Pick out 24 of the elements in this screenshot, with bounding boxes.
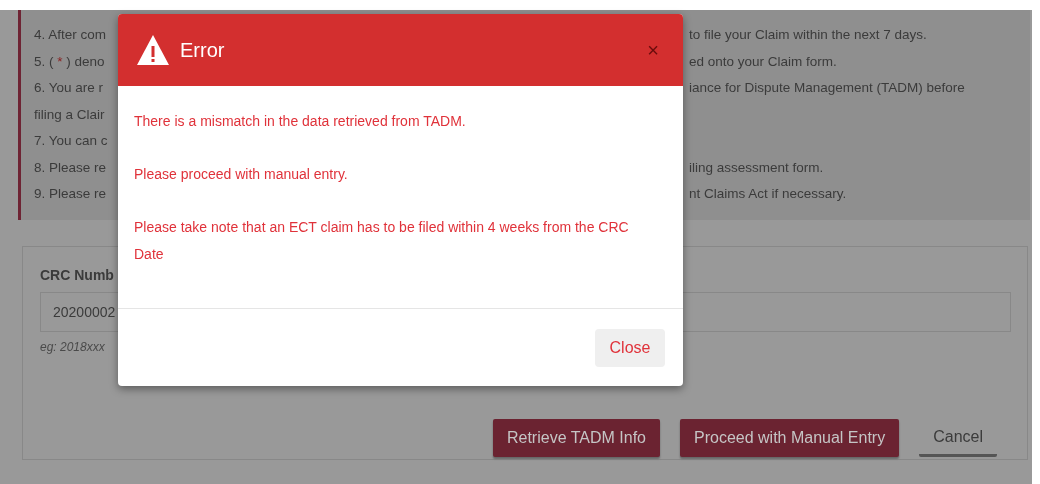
instruction-text: 8. Please re bbox=[34, 159, 107, 175]
warning-icon bbox=[136, 34, 170, 66]
action-button[interactable]: Retrieve TADM Info bbox=[492, 419, 660, 457]
close-button[interactable]: × bbox=[641, 35, 665, 65]
error-message: There is a mismatch in the data retrieved from TADM. bbox=[134, 112, 467, 131]
instruction-text: to file your Claim within the next 7 days. bbox=[689, 26, 927, 45]
instruction-text: iance for Dispute Management (TADM) before bbox=[689, 79, 965, 98]
instruction-text: 6. You are r bbox=[34, 80, 104, 96]
error-message: Please proceed with manual entry. bbox=[134, 165, 349, 184]
instruction-text: iling assessment form. bbox=[689, 158, 824, 177]
close-button[interactable]: Close bbox=[595, 329, 665, 367]
field-hint: eg: 2018xxx bbox=[40, 339, 105, 356]
instruction-text: 4. After com bbox=[34, 27, 107, 43]
instruction-text: nt Claims Act if necessary. bbox=[689, 185, 847, 204]
instruction-text: 7. You can c bbox=[34, 133, 108, 149]
dialog-title: Error bbox=[180, 38, 225, 63]
error-message: Please take note that an ECT claim has to be filed within 4 weeks from the CRC Date bbox=[134, 218, 630, 264]
instruction-text: 9. Please re bbox=[34, 186, 107, 202]
action-button[interactable]: Proceed with Manual Entry bbox=[680, 419, 900, 457]
instruction-text: 5. ( * ) deno bbox=[34, 53, 105, 69]
instruction-text: ed onto your Claim form. bbox=[689, 52, 837, 71]
field-label: CRC Numb bbox=[40, 266, 114, 285]
cancel-button[interactable]: Cancel bbox=[919, 419, 997, 457]
instruction-text: filing a Clair bbox=[34, 106, 105, 122]
